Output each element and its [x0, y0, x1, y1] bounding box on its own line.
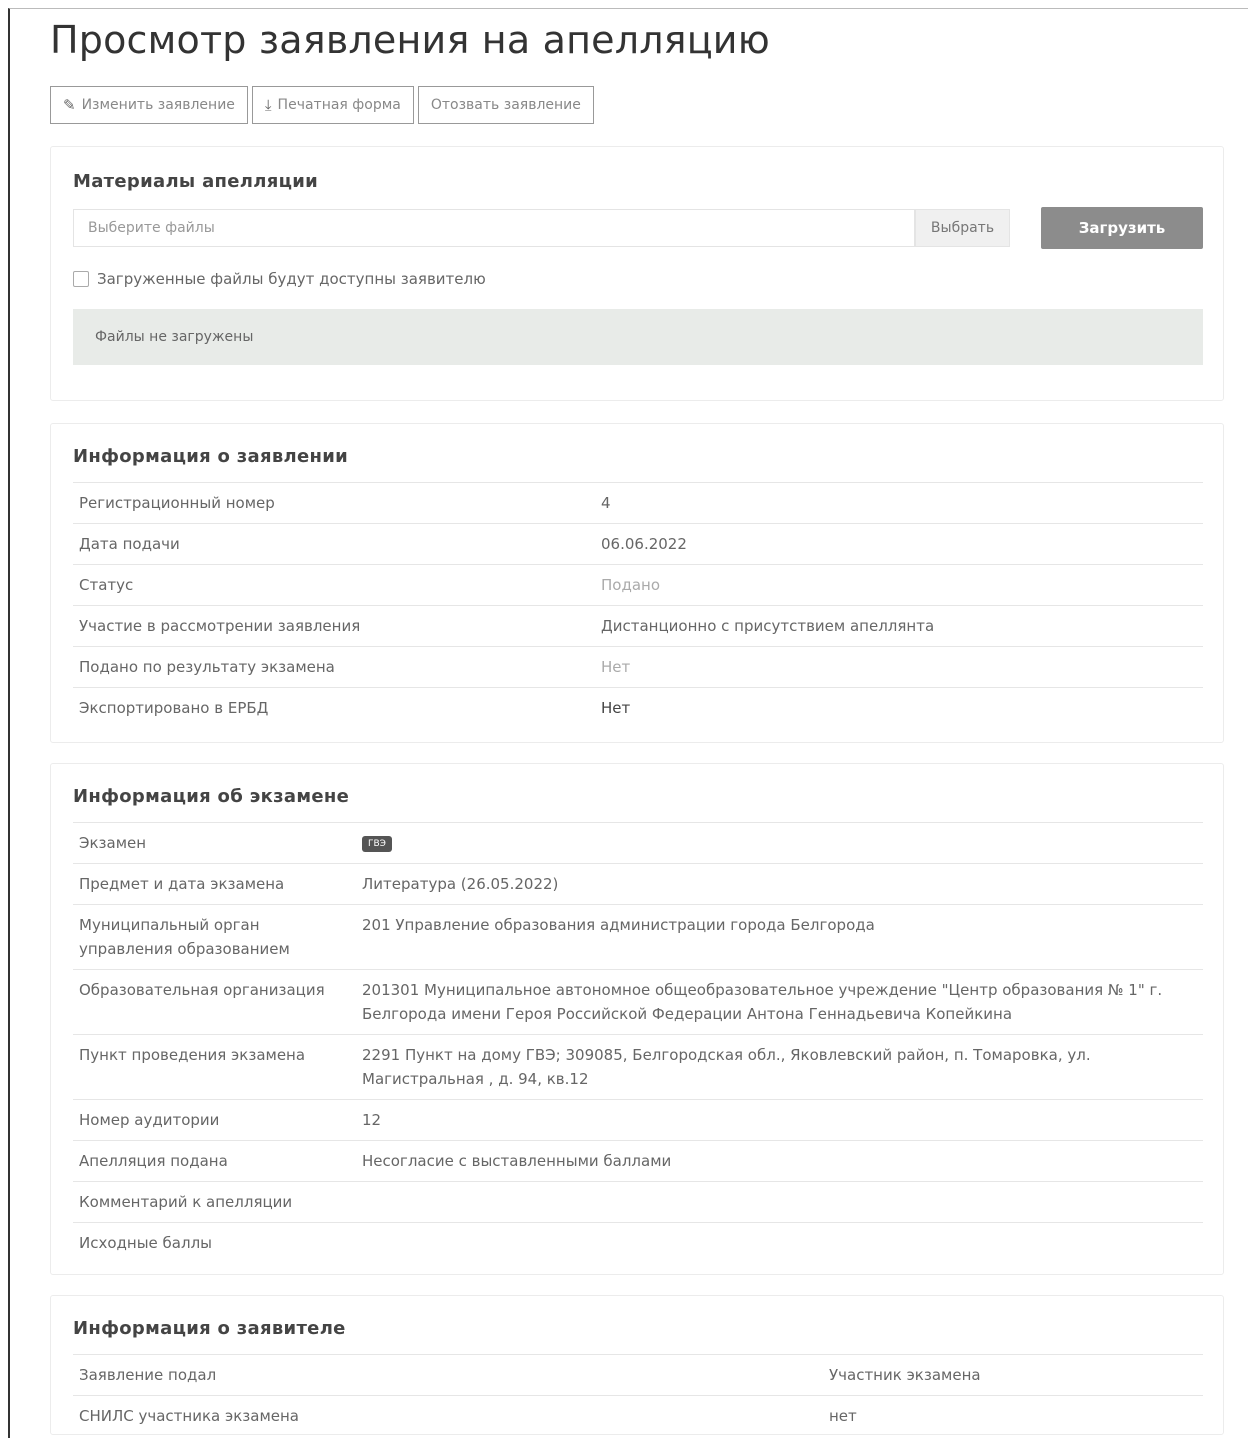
- row-key: Исходные баллы: [73, 1222, 356, 1263]
- choose-files-button[interactable]: Выбрать: [915, 209, 1010, 247]
- table-row: Экспортировано в ЕРБД Нет: [73, 687, 1203, 728]
- table-row: Предмет и дата экзамена Литература (26.0…: [73, 863, 1203, 905]
- exam-type-badge: ГВЭ: [362, 835, 392, 852]
- row-key: Дата подачи: [73, 523, 595, 565]
- materials-heading: Материалы апелляции: [73, 171, 319, 192]
- row-key: Номер аудитории: [73, 1099, 356, 1141]
- row-value: Несогласие с выставленными баллами: [356, 1140, 1203, 1182]
- files-visible-checkbox[interactable]: [73, 271, 89, 287]
- exam-info-panel: Информация об экзамене Экзамен ГВЭ Предм…: [50, 763, 1224, 1275]
- table-row: Экзамен ГВЭ: [73, 822, 1203, 864]
- table-row: Номер аудитории 12: [73, 1099, 1203, 1141]
- upload-button[interactable]: Загрузить: [1041, 207, 1203, 249]
- row-key: Заявление подал: [73, 1354, 823, 1396]
- print-form-button[interactable]: ⤓ Печатная форма: [251, 86, 414, 124]
- exam-info-table: Экзамен ГВЭ Предмет и дата экзамена Лите…: [73, 822, 1203, 1263]
- row-value: 201301 Муниципальное автономное общеобра…: [356, 969, 1203, 1035]
- table-row: Заявление подал Участник экзамена: [73, 1354, 1203, 1396]
- edit-application-button[interactable]: ✎ Изменить заявление: [50, 86, 248, 124]
- row-key: Экзамен: [73, 822, 356, 864]
- table-row: Регистрационный номер 4: [73, 482, 1203, 524]
- exam-info-heading: Информация об экзамене: [73, 786, 350, 807]
- row-value: 2291 Пункт на дому ГВЭ; 309085, Белгород…: [356, 1034, 1203, 1100]
- edit-icon: ✎: [63, 96, 76, 114]
- row-key: Предмет и дата экзамена: [73, 863, 356, 905]
- row-value: ГВЭ: [356, 822, 1203, 864]
- withdraw-application-label: Отозвать заявление: [430, 97, 581, 113]
- files-visible-checkbox-label: Загруженные файлы будут доступны заявите…: [97, 270, 486, 288]
- row-key: Регистрационный номер: [73, 482, 595, 524]
- row-value: 06.06.2022: [595, 523, 1203, 565]
- row-value: Нет: [595, 646, 1203, 688]
- row-value: Участник экзамена: [823, 1354, 1203, 1396]
- row-key: Подано по результату экзамена: [73, 646, 595, 688]
- materials-panel: Материалы апелляции Выберите файлы Выбра…: [50, 146, 1224, 401]
- edit-application-label: Изменить заявление: [81, 97, 235, 113]
- applicant-info-panel: Информация о заявителе Заявление подал У…: [50, 1295, 1224, 1436]
- row-value: 12: [356, 1099, 1203, 1141]
- row-value: Нет: [595, 687, 1203, 728]
- application-info-table: Регистрационный номер 4 Дата подачи 06.0…: [73, 482, 1203, 728]
- table-row: Пункт проведения экзамена 2291 Пункт на …: [73, 1034, 1203, 1100]
- row-value: Дистанционно с присутствием апеллянта: [595, 605, 1203, 647]
- applicant-info-heading: Информация о заявителе: [73, 1318, 346, 1339]
- row-value: [356, 1181, 1203, 1223]
- row-key: Муниципальный орган управления образован…: [73, 904, 356, 970]
- row-value: 201 Управление образования администрации…: [356, 904, 1203, 970]
- table-row: Участие в рассмотрении заявления Дистанц…: [73, 605, 1203, 647]
- row-key: Апелляция подана: [73, 1140, 356, 1182]
- row-key: Статус: [73, 564, 595, 606]
- row-value: Литература (26.05.2022): [356, 863, 1203, 905]
- application-info-heading: Информация о заявлении: [73, 446, 349, 467]
- row-key: Экспортировано в ЕРБД: [73, 687, 595, 728]
- application-info-panel: Информация о заявлении Регистрационный н…: [50, 423, 1224, 743]
- file-upload-row: Выберите файлы Выбрать Загрузить: [73, 207, 1203, 249]
- download-icon: ⤓: [264, 96, 272, 114]
- print-form-label: Печатная форма: [277, 97, 401, 113]
- row-key: Пункт проведения экзамена: [73, 1034, 356, 1100]
- row-key: Участие в рассмотрении заявления: [73, 605, 595, 647]
- toolbar: ✎ Изменить заявление ⤓ Печатная форма От…: [50, 86, 594, 124]
- table-row: Муниципальный орган управления образован…: [73, 904, 1203, 970]
- page-title: Просмотр заявления на апелляцию: [50, 18, 770, 62]
- table-row: Образовательная организация 201301 Муниц…: [73, 969, 1203, 1035]
- status-value: Подано: [595, 564, 1203, 606]
- table-row: Апелляция подана Несогласие с выставленн…: [73, 1140, 1203, 1182]
- table-row: Исходные баллы: [73, 1222, 1203, 1263]
- row-key: Комментарий к апелляции: [73, 1181, 356, 1223]
- row-value: [356, 1222, 1203, 1263]
- row-value: 4: [595, 482, 1203, 524]
- table-row: Подано по результату экзамена Нет: [73, 646, 1203, 688]
- table-row: Статус Подано: [73, 564, 1203, 606]
- file-select-input[interactable]: Выберите файлы: [73, 209, 915, 247]
- table-row: Комментарий к апелляции: [73, 1181, 1203, 1223]
- files-visible-checkbox-row[interactable]: Загруженные файлы будут доступны заявите…: [73, 270, 486, 288]
- table-row: Дата подачи 06.06.2022: [73, 523, 1203, 565]
- withdraw-application-button[interactable]: Отозвать заявление: [417, 86, 594, 124]
- row-key: Образовательная организация: [73, 969, 356, 1035]
- no-files-message: Файлы не загружены: [73, 309, 1203, 365]
- applicant-info-table: Заявление подал Участник экзамена СНИЛС …: [73, 1354, 1203, 1436]
